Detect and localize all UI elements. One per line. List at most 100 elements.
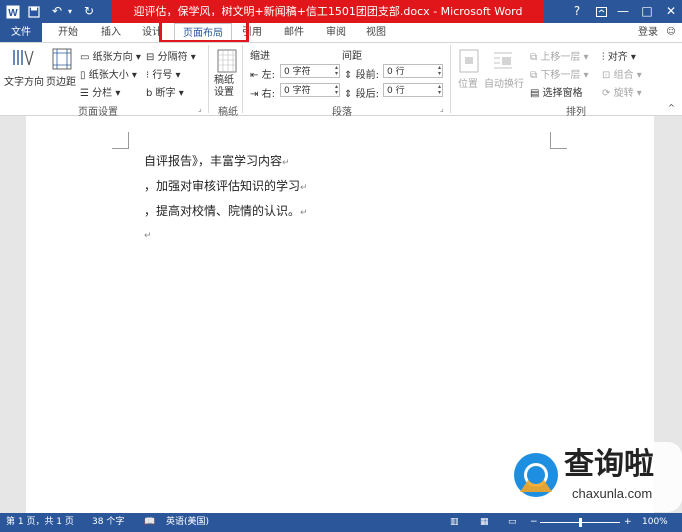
zoom-slider-thumb[interactable] (578, 518, 582, 527)
document-line[interactable]: ，提高对校情、院情的认识。↵ (144, 202, 308, 219)
title-bar: W ↶ ▾ ↻ 迎评估，保学风，树文明+新闻稿+信工1501团团支部.docx … (0, 0, 682, 23)
paragraph-mark: ↵ (144, 231, 152, 241)
breaks-icon: ⊟ (146, 52, 155, 63)
indent-right-input[interactable]: 0 字符 ▴ ▾ (280, 83, 340, 97)
size-label: 纸张大小 (88, 70, 129, 81)
watermark-brand: 查询啦 (564, 447, 654, 482)
group-objects-button[interactable]: ⊡ 组合 ▾ (602, 66, 642, 81)
read-mode-icon[interactable]: ▥ (450, 513, 459, 532)
web-layout-icon[interactable]: ▭ (508, 513, 517, 532)
manuscript-setup-button[interactable]: 稿纸设置 (214, 75, 240, 99)
tab-review[interactable]: 审阅 (320, 23, 352, 42)
undo-icon[interactable]: ↶ (52, 0, 62, 23)
tab-file[interactable]: 文件 (0, 23, 42, 42)
indent-right-label: ⇥ 右: (250, 85, 275, 100)
spacing-after-icon: ⇕ (344, 89, 353, 100)
columns-button[interactable]: ☰ 分栏 ▾ (80, 84, 120, 99)
tab-mailings[interactable]: 邮件 (278, 23, 310, 42)
spinner-arrows-icon[interactable]: ▴ ▾ (335, 84, 338, 96)
group-divider (450, 45, 451, 113)
ribbon: 文字方向 页边距 ▭ 纸张方向 ▾ ▯ 纸张大小 ▾ ☰ 分栏 ▾ ⊟ 分隔符 … (0, 42, 682, 118)
orientation-button[interactable]: ▭ 纸张方向 ▾ (80, 48, 141, 63)
page-setup-launcher-icon[interactable]: ⌟ (198, 104, 202, 113)
status-bar: 第 1 页，共 1 页 38 个字 📖 英语(美国) ▥ ▦ ▭ − + 100… (0, 513, 682, 532)
minimize-button[interactable]: — (612, 0, 634, 23)
indent-left-input[interactable]: 0 字符 ▴ ▾ (280, 64, 340, 78)
zoom-in-icon[interactable]: + (624, 513, 632, 532)
line-numbers-label: 行号 (152, 70, 173, 81)
selection-pane-button[interactable]: ▤ 选择窗格 (530, 84, 583, 99)
zoom-out-icon[interactable]: − (530, 513, 538, 532)
breaks-button[interactable]: ⊟ 分隔符 ▾ (146, 48, 196, 63)
spinner-arrows-icon[interactable]: ▴ ▾ (335, 65, 338, 77)
help-button[interactable]: ? (566, 0, 588, 23)
hyphenation-icon: b (146, 88, 153, 99)
group-divider (242, 45, 243, 113)
line-text: ，提高对校情、院情的认识。 (144, 204, 301, 218)
margins-button[interactable]: 页边距 (46, 73, 76, 88)
tab-insert[interactable]: 插入 (95, 23, 127, 42)
indent-right-text: 右: (261, 89, 275, 100)
document-line[interactable]: 自评报告》，丰富学习内容↵ (144, 152, 290, 169)
language-indicator[interactable]: 英语(美国) (166, 513, 209, 532)
indent-left-icon: ⇤ (250, 70, 259, 81)
align-button[interactable]: ⫶ 对齐 ▾ (602, 48, 636, 63)
indent-right-icon: ⇥ (250, 89, 259, 100)
text-direction-button[interactable]: 文字方向 (4, 73, 44, 88)
document-line[interactable]: ，加强对审核评估知识的学习↵ (144, 177, 308, 194)
orientation-icon: ▭ (80, 52, 90, 63)
redo-icon[interactable]: ↻ (84, 0, 94, 23)
spacing-after-label: ⇕ 段后: (344, 85, 379, 100)
spacing-after-input[interactable]: 0 行 ▴ ▾ (383, 83, 443, 97)
size-button[interactable]: ▯ 纸张大小 ▾ (80, 66, 137, 81)
spacing-header: 间距 (342, 51, 362, 62)
position-button[interactable]: 位置 (458, 75, 478, 90)
bring-forward-button[interactable]: ⧉ 上移一层 ▾ (530, 48, 589, 63)
crop-mark (112, 132, 129, 149)
document-line[interactable]: ↵ (144, 227, 152, 241)
orientation-label: 纸张方向 (92, 52, 133, 63)
undo-dropdown-icon[interactable]: ▾ (68, 0, 72, 23)
selection-pane-icon: ▤ (530, 88, 540, 99)
wrap-text-button[interactable]: 自动换行 (484, 75, 524, 90)
line-numbers-button[interactable]: ⁝ 行号 ▾ (146, 66, 181, 81)
group-objects-label: 组合 (613, 70, 634, 81)
account-icon[interactable]: ☺ (664, 23, 678, 42)
spinner-arrows-icon[interactable]: ▴ ▾ (438, 84, 441, 96)
paragraph-launcher-icon[interactable]: ⌟ (440, 104, 444, 113)
close-button[interactable]: ✕ (660, 0, 682, 23)
paragraph-mark: ↵ (300, 183, 308, 193)
page-count[interactable]: 第 1 页，共 1 页 (6, 513, 74, 532)
print-layout-icon[interactable]: ▦ (480, 513, 489, 532)
position-icon (458, 49, 482, 73)
paragraph-mark: ↵ (282, 158, 290, 168)
indent-right-value: 0 字符 (284, 86, 311, 96)
spinner-arrows-icon[interactable]: ▴ ▾ (438, 65, 441, 77)
signin-link[interactable]: 登录 (634, 23, 662, 42)
line-numbers-icon: ⁝ (146, 70, 150, 81)
tab-home[interactable]: 开始 (52, 23, 84, 42)
zoom-level[interactable]: 100% (642, 513, 668, 532)
restore-button[interactable]: □ (636, 0, 658, 23)
rotate-button[interactable]: ⟳ 旋转 ▾ (602, 84, 642, 99)
spacing-after-text: 段后: (355, 89, 379, 100)
tab-view[interactable]: 视图 (360, 23, 392, 42)
line-text: ，加强对审核评估知识的学习 (144, 179, 301, 193)
margins-icon (50, 47, 74, 71)
manuscript-icon (216, 49, 240, 73)
hyphenation-button[interactable]: b 断字 ▾ (146, 84, 184, 99)
proofing-icon[interactable]: 📖 (144, 513, 155, 532)
paragraph-mark: ↵ (300, 208, 308, 218)
save-icon[interactable] (28, 0, 40, 23)
ribbon-display-options-icon[interactable] (590, 0, 612, 23)
send-backward-button[interactable]: ⧉ 下移一层 ▾ (530, 66, 589, 81)
indent-left-text: 左: (261, 70, 275, 81)
watermark-domain: chaxunla.com (572, 486, 653, 501)
rotate-label: 旋转 (613, 88, 634, 99)
indent-header: 缩进 (250, 51, 270, 62)
collapse-ribbon-icon[interactable]: ^ (668, 103, 675, 112)
send-backward-label: 下移一层 (540, 70, 581, 81)
spacing-before-input[interactable]: 0 行 ▴ ▾ (383, 64, 443, 78)
word-count[interactable]: 38 个字 (92, 513, 124, 532)
bring-forward-label: 上移一层 (540, 52, 581, 63)
